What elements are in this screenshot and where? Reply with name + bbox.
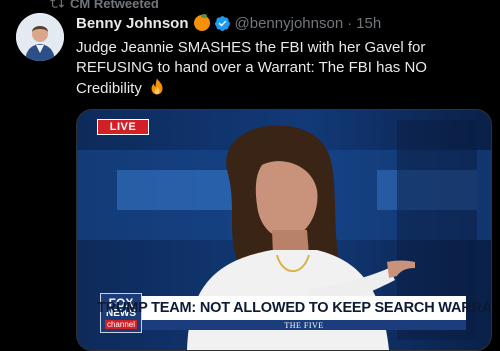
avatar-image xyxy=(16,13,64,61)
verified-badge-icon xyxy=(214,15,230,31)
tweet-body: Judge Jeannie SMASHES the FBI with her G… xyxy=(76,39,427,97)
author-name[interactable]: Benny Johnson xyxy=(76,15,189,32)
chyron-headline: TRUMP TEAM: NOT ALLOWED TO KEEP SEARCH W… xyxy=(97,296,491,320)
tweet-timestamp[interactable]: 15h xyxy=(356,15,381,32)
retweet-icon xyxy=(50,0,64,8)
tweet-video[interactable]: LIVE FOX NEWS channel TRUMP TEAM: NOT AL… xyxy=(76,109,492,351)
avatar[interactable] xyxy=(16,13,64,61)
show-name: THE FIVE xyxy=(142,320,466,330)
logo-line-3: channel xyxy=(104,319,138,329)
orange-emoji-icon xyxy=(193,14,210,31)
tweet-header: Benny Johnson @bennyjohnson · 15h xyxy=(76,13,381,33)
separator-dot: · xyxy=(347,14,353,32)
retweet-label: CM Retweeted xyxy=(70,0,159,11)
retweet-header: CM Retweeted xyxy=(50,0,159,11)
fire-emoji-icon xyxy=(151,78,163,95)
tweet-text: Judge Jeannie SMASHES the FBI with her G… xyxy=(76,38,486,99)
live-badge: LIVE xyxy=(97,119,149,135)
author-handle[interactable]: @bennyjohnson xyxy=(235,15,344,32)
news-chyron: FOX NEWS channel TRUMP TEAM: NOT ALLOWED… xyxy=(97,293,491,333)
